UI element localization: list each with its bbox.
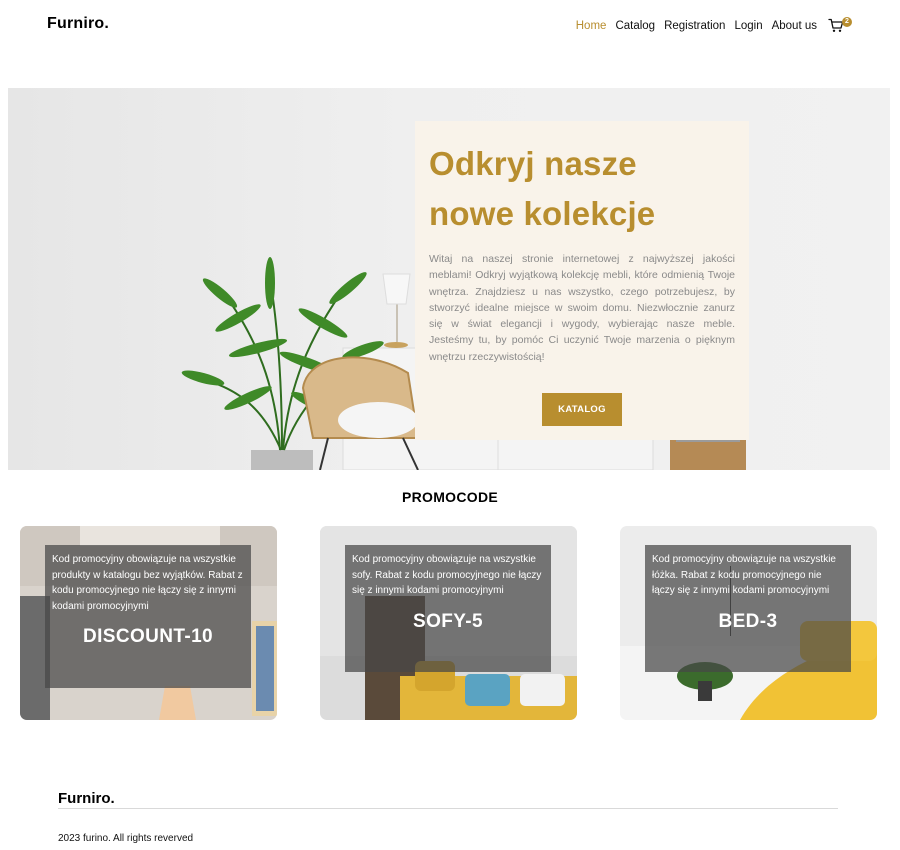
site-logo[interactable]: Furniro. [47, 15, 109, 33]
promo-overlay: Kod promocyjny obowiązuje na wszystkie ł… [645, 545, 851, 672]
promo-code[interactable]: BED-3 [652, 611, 844, 633]
promo-description: Kod promocyjny obowiązuje na wszystkie p… [52, 554, 243, 612]
promo-card-bed: Kod promocyjny obowiązuje na wszystkie ł… [620, 526, 877, 720]
promo-card-discount: Kod promocyjny obowiązuje na wszystkie p… [20, 526, 277, 720]
catalog-button[interactable]: KATALOG [542, 393, 622, 426]
cart-button[interactable]: 2 [828, 17, 852, 34]
main-nav: Home Catalog Registration Login About us… [576, 17, 852, 34]
promo-code[interactable]: SOFY-5 [352, 611, 544, 633]
promo-description: Kod promocyjny obowiązuje na wszystkie ł… [652, 554, 836, 596]
nav-about-us[interactable]: About us [772, 20, 817, 32]
nav-registration[interactable]: Registration [664, 20, 725, 32]
promo-overlay: Kod promocyjny obowiązuje na wszystkie s… [345, 545, 551, 672]
footer-copyright: 2023 furino. All rights reverved [58, 833, 194, 844]
nav-catalog[interactable]: Catalog [615, 20, 655, 32]
promo-code[interactable]: DISCOUNT-10 [52, 626, 244, 648]
hero-title: Odkryj nasze nowe kolekcje [429, 139, 735, 239]
hero-banner: Odkryj nasze nowe kolekcje Witaj na nasz… [8, 88, 890, 470]
hero-description: Witaj na naszej stronie internetowej z n… [429, 253, 735, 363]
nav-home[interactable]: Home [576, 20, 607, 32]
promo-description: Kod promocyjny obowiązuje na wszystkie s… [352, 554, 542, 596]
hero-card: Odkryj nasze nowe kolekcje Witaj na nasz… [415, 121, 749, 440]
hero-title-line2: nowe kolekcje [429, 195, 656, 232]
hero-title-line1: Odkryj nasze [429, 145, 637, 182]
footer-logo[interactable]: Furniro. [58, 790, 115, 807]
promo-heading: PROMOCODE [401, 489, 499, 505]
footer-divider [58, 808, 838, 809]
cart-count-badge: 2 [842, 17, 852, 27]
promo-card-sofy: Kod promocyjny obowiązuje na wszystkie s… [320, 526, 577, 720]
nav-login[interactable]: Login [734, 20, 762, 32]
hero-floor [8, 440, 890, 470]
promo-overlay: Kod promocyjny obowiązuje na wszystkie p… [45, 545, 251, 688]
site-header: Furniro. Home Catalog Registration Login… [0, 0, 900, 52]
